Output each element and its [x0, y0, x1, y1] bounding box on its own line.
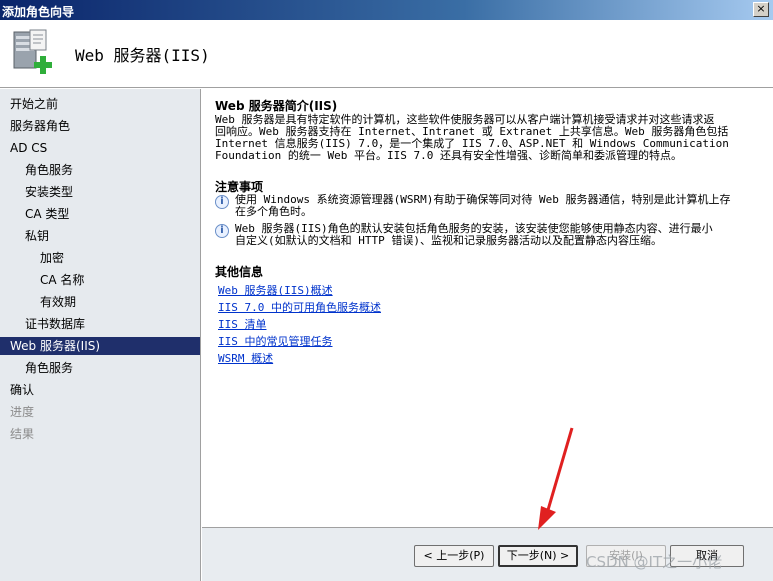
nav-step-setup-type[interactable]: 安装类型: [0, 183, 200, 201]
link-iis-role-services-overview[interactable]: IIS 7.0 中的可用角色服务概述: [218, 299, 381, 315]
link-iis-checklist[interactable]: IIS 清单: [218, 316, 267, 332]
nav-step-cryptography[interactable]: 加密: [0, 249, 200, 267]
link-iis-overview[interactable]: Web 服务器(IIS)概述: [218, 282, 333, 298]
note-line: 使用 Windows 系统资源管理器(WSRM)有助于确保等同对待 Web 服务…: [235, 193, 731, 206]
nav-step-web-server-iis[interactable]: Web 服务器(IIS): [0, 337, 200, 355]
nav-step-adcs-role-services[interactable]: 角色服务: [0, 161, 200, 179]
note-line: 自定义(如默认的文档和 HTTP 错误)、监视和记录服务器活动以及配置静态内容压…: [235, 234, 662, 247]
nav-step-certificate-database[interactable]: 证书数据库: [0, 315, 200, 333]
nav-step-validity-period[interactable]: 有效期: [0, 293, 200, 311]
link-iis-common-tasks[interactable]: IIS 中的常见管理任务: [218, 333, 333, 349]
server-add-icon: [13, 29, 52, 74]
nav-step-progress: 进度: [10, 405, 35, 419]
window-title: 添加角色向导: [2, 5, 75, 19]
nav-step-confirmation[interactable]: 确认: [0, 381, 200, 399]
nav-step-ad-cs[interactable]: AD CS: [0, 139, 200, 157]
intro-line: Foundation 的统一 Web 平台。IIS 7.0 还具有安全性增强、诊…: [215, 149, 682, 162]
back-button[interactable]: < 上一步(P): [414, 545, 494, 567]
nav-step-ca-name[interactable]: CA 名称: [0, 271, 200, 289]
nav-step-results: 结果: [10, 427, 35, 441]
wizard-content: Web 服务器简介(IIS) Web 服务器是具有特定软件的计算机，这些软件使服…: [202, 89, 773, 527]
nav-step-before-you-begin[interactable]: 开始之前: [0, 95, 200, 113]
note-text: Web 服务器(IIS)角色的默认安装包括角色服务的安装，该安装使您能够使用静态…: [235, 223, 765, 247]
info-icon: i: [215, 224, 229, 238]
intro-paragraph: Web 服务器是具有特定软件的计算机，这些软件使服务器可以从客户端计算机接受请求…: [215, 114, 765, 162]
nav-step-iis-role-services[interactable]: 角色服务: [0, 359, 200, 377]
intro-heading: Web 服务器简介(IIS): [215, 99, 338, 113]
more-info-heading: 其他信息: [215, 265, 264, 279]
note-text: 使用 Windows 系统资源管理器(WSRM)有助于确保等同对待 Web 服务…: [235, 194, 765, 218]
next-button[interactable]: 下一步(N) >: [498, 545, 578, 567]
info-icon: i: [215, 195, 229, 209]
nav-step-server-roles[interactable]: 服务器角色: [0, 117, 200, 135]
wizard-header: Web 服务器(IIS): [0, 20, 773, 88]
nav-step-private-key[interactable]: 私钥: [0, 227, 200, 245]
link-wsrm-overview[interactable]: WSRM 概述: [218, 350, 273, 366]
nav-step-ca-type[interactable]: CA 类型: [0, 205, 200, 223]
window-title-bar: 添加角色向导 ×: [0, 0, 773, 20]
wizard-step-nav: 开始之前 服务器角色 AD CS 角色服务 安装类型 CA 类型 私钥 加密 C…: [0, 89, 201, 581]
close-icon[interactable]: ×: [753, 2, 769, 17]
page-title: Web 服务器(IIS): [75, 46, 210, 65]
note-line: 在多个角色时。: [235, 205, 312, 218]
watermark: CSDN @IT之一小佬: [586, 553, 723, 571]
